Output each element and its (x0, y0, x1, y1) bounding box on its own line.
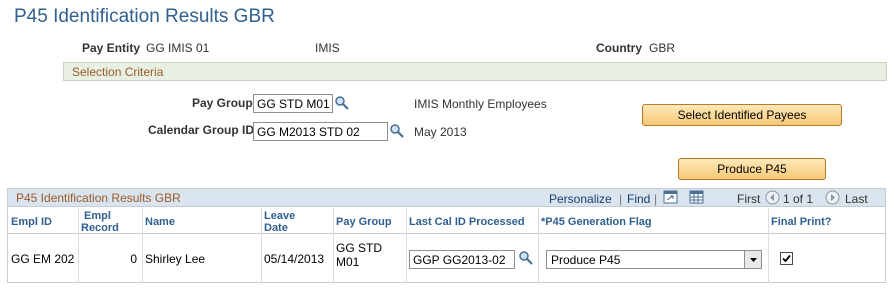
col-empl-record-line2: Record (81, 222, 119, 234)
col-final-print[interactable]: Final Print? (768, 208, 885, 234)
p45-flag-selected-value: Produce P45 (551, 253, 621, 267)
country-value: GBR (649, 41, 676, 55)
cell-pay-group-line1: GG STD (336, 241, 383, 255)
cell-last-cal-id: GGP GG2013-02 (406, 235, 538, 283)
calendar-group-lookup-icon[interactable] (389, 123, 405, 139)
col-leave-date-line2: Date (264, 222, 288, 234)
grid-header-bar: P45 Identification Results GBR Personali… (8, 189, 885, 207)
col-last-cal-id[interactable]: Last Cal ID Processed (406, 208, 538, 234)
last-cal-id-input[interactable]: GGP GG2013-02 (409, 250, 515, 269)
col-leave-date-line1: Leave (264, 210, 296, 222)
cell-leave-date: 05/14/2013 (264, 252, 325, 266)
pay-group-input[interactable]: GG STD M01 (253, 94, 333, 113)
pay-group-lookup-icon[interactable] (334, 95, 350, 111)
download-icon[interactable] (689, 190, 704, 207)
col-pay-group[interactable]: Pay Group (333, 208, 406, 234)
cell-empl-id: GG EM 202 (11, 252, 75, 266)
pay-entity-label: Pay Entity (82, 41, 141, 55)
find-link[interactable]: Find (627, 192, 650, 206)
page-title: P45 Identification Results GBR (14, 6, 275, 27)
produce-p45-button[interactable]: Produce P45 (678, 158, 826, 180)
col-empl-record[interactable]: Empl Record (78, 208, 142, 234)
calendar-group-input[interactable]: GG M2013 STD 02 (253, 122, 388, 141)
last-label: Last (845, 192, 868, 206)
selection-criteria-header: Selection Criteria (63, 62, 887, 81)
pay-entity-code: GG IMIS 01 (146, 41, 210, 55)
chevron-down-icon[interactable] (744, 251, 761, 268)
separator: | (619, 192, 623, 206)
results-grid: P45 Identification Results GBR Personali… (7, 188, 886, 283)
cell-pay-group: GG STD M01 (333, 235, 406, 283)
cell-name: Shirley Lee (145, 252, 206, 266)
calendar-group-label: Calendar Group ID (148, 123, 255, 137)
col-name[interactable]: Name (142, 208, 261, 234)
col-p45-flag[interactable]: *P45 Generation Flag (538, 208, 768, 234)
col-empl-record-line1: Empl (84, 210, 111, 222)
zoom-icon[interactable] (663, 190, 678, 207)
pay-group-label: Pay Group (192, 96, 253, 110)
country-label: Country (596, 41, 642, 55)
cell-pay-group-line2: M01 (336, 255, 360, 269)
calendar-group-description: May 2013 (414, 125, 467, 139)
cell-empl-record: 0 (130, 252, 137, 266)
p45-flag-select[interactable]: Produce P45 (546, 250, 762, 269)
last-cal-id-lookup-icon[interactable] (518, 250, 534, 269)
next-icon[interactable] (825, 190, 840, 208)
personalize-link[interactable]: Personalize (549, 192, 612, 206)
select-identified-payees-button[interactable]: Select Identified Payees (642, 104, 842, 126)
separator: | (654, 192, 658, 206)
pay-entity-name: IMIS (315, 41, 340, 55)
cell-p45-flag: Produce P45 (538, 235, 768, 283)
previous-icon[interactable] (765, 190, 780, 208)
grid-title: P45 Identification Results GBR (16, 191, 181, 205)
row-range: 1 of 1 (783, 192, 814, 206)
pay-group-description: IMIS Monthly Employees (414, 97, 547, 111)
col-leave-date[interactable]: Leave Date (261, 208, 333, 234)
first-label: First (737, 192, 761, 206)
checkmark-icon (782, 254, 791, 263)
final-print-checkbox[interactable] (780, 252, 793, 265)
cell-final-print (768, 235, 885, 283)
col-empl-id[interactable]: Empl ID (8, 208, 78, 234)
